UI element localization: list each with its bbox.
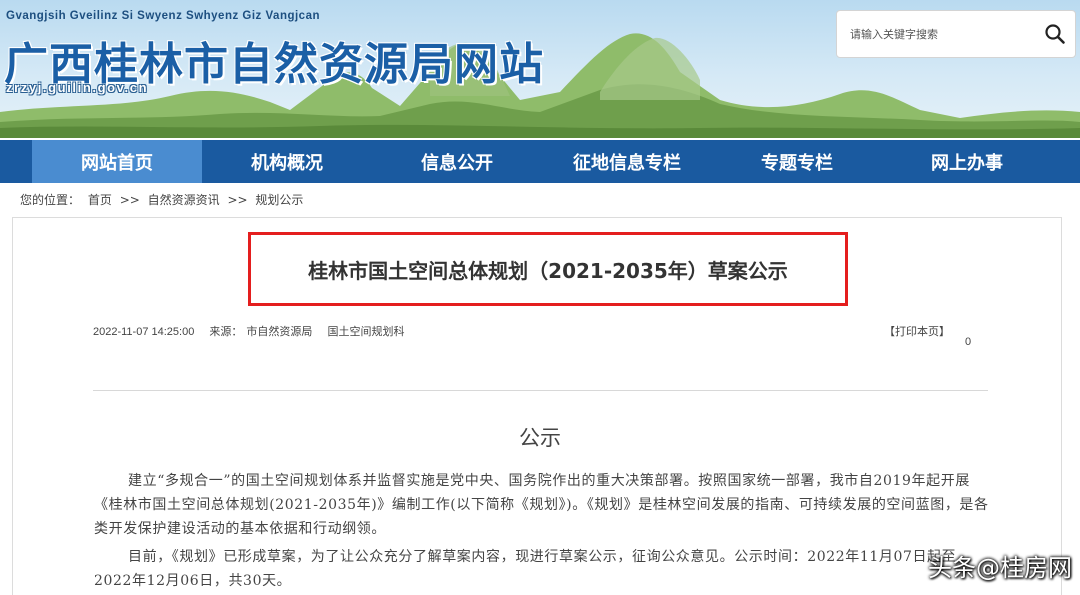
nav-item-online-services[interactable]: 网上办事	[882, 140, 1052, 183]
breadcrumb-prefix: 您的位置：	[20, 193, 81, 207]
nav-item-home[interactable]: 网站首页	[32, 140, 202, 183]
article-source-label: 来源：	[209, 326, 243, 338]
site-domain: zrzyj.guilin.gov.cn	[6, 80, 149, 95]
breadcrumb-separator: >>	[227, 193, 248, 207]
search-box	[836, 10, 1076, 58]
article-date: 2022-11-07 14:25:00	[93, 326, 195, 338]
article-paragraph: 目前，《规划》已形成草案，为了让公众充分了解草案内容，现进行草案公示，征询公众意…	[94, 549, 957, 589]
article-paragraph: 建立“多规合一”的国土空间规划体系并监督实施是党中央、国务院作出的重大决策部署。…	[94, 473, 989, 537]
nav-item-organization[interactable]: 机构概况	[202, 140, 372, 183]
nav-item-special-topics[interactable]: 专题专栏	[712, 140, 882, 183]
article-source: 市自然资源局	[246, 326, 313, 338]
breadcrumb-home[interactable]: 首页	[88, 193, 112, 207]
article-meta: 2022-11-07 14:25:00 来源： 市自然资源局 国土空间规划科	[93, 323, 416, 339]
breadcrumb-news[interactable]: 自然资源资讯	[148, 193, 220, 207]
watermark: 头条@桂房网	[928, 553, 1072, 582]
content-divider	[93, 390, 988, 391]
notice-heading: 公示	[519, 426, 561, 450]
main-nav: 网站首页 机构概况 信息公开 征地信息专栏 专题专栏 网上办事	[0, 140, 1080, 183]
site-romanized-name: Gvangjsih Gveilinz Si Swyenz Swhyenz Giz…	[6, 10, 320, 22]
header-banner: Gvangjsih Gveilinz Si Swyenz Swhyenz Giz…	[0, 0, 1080, 138]
print-page-link[interactable]: 【打印本页】	[884, 323, 950, 339]
view-count: 0	[965, 336, 972, 348]
search-icon	[1045, 23, 1065, 44]
breadcrumb-separator: >>	[119, 193, 140, 207]
breadcrumb-planning[interactable]: 规划公示	[255, 193, 303, 207]
nav-item-information-disclosure[interactable]: 信息公开	[372, 140, 542, 183]
breadcrumb: 您的位置： 首页 >> 自然资源资讯 >> 规划公示	[20, 191, 307, 208]
article-department: 国土空间规划科	[327, 326, 405, 338]
nav-item-land-acquisition[interactable]: 征地信息专栏	[542, 140, 712, 183]
search-button[interactable]	[1041, 21, 1069, 49]
article-title: 桂林市国土空间总体规划（2021-2035年）草案公示	[308, 258, 788, 283]
search-input[interactable]	[837, 11, 1037, 57]
